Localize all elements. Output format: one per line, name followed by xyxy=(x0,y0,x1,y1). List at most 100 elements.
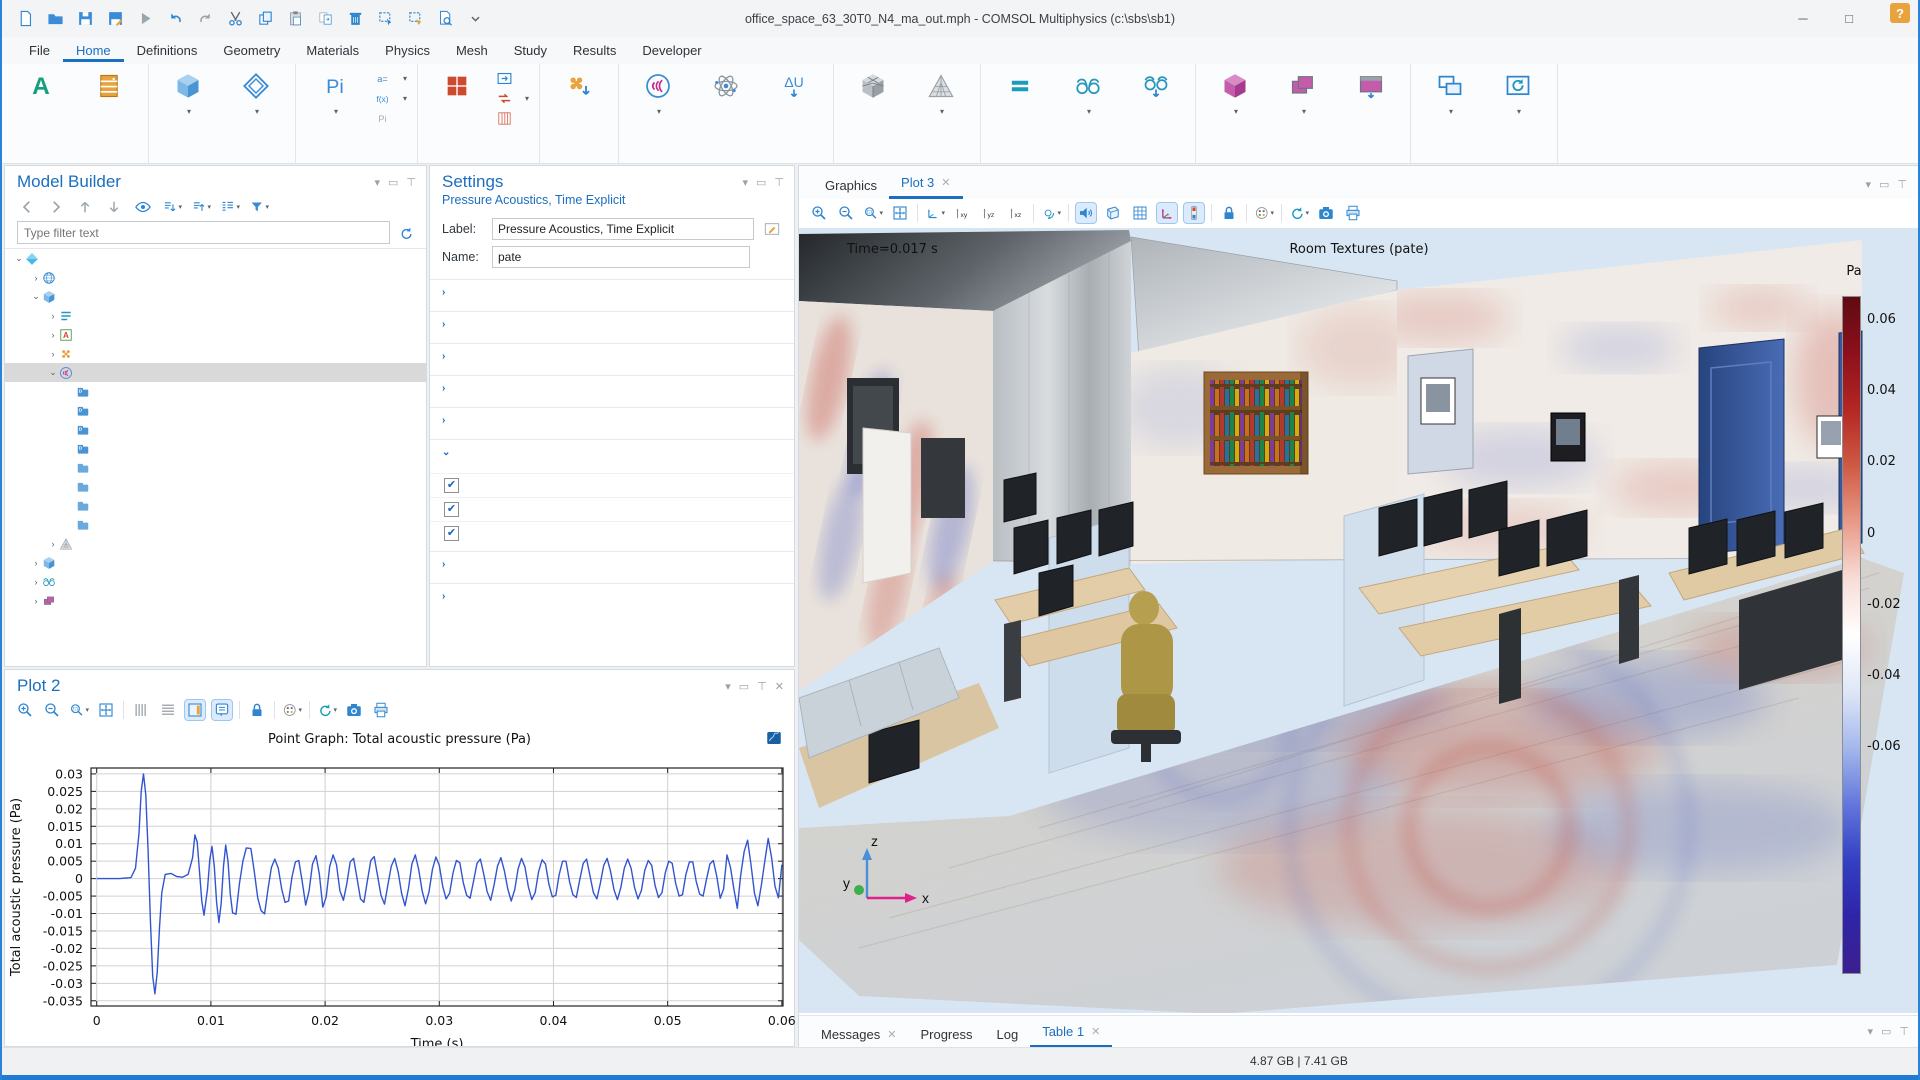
menu-tab-definitions[interactable]: Definitions xyxy=(124,39,211,62)
mb-arr-up-icon[interactable] xyxy=(75,197,95,217)
panel-controls[interactable]: ▾ ▭ ⊤ xyxy=(374,176,416,189)
panel-controls[interactable]: ▾ ▭ ⊤ xyxy=(1867,1025,1909,1038)
help-icon[interactable]: ? xyxy=(1890,3,1910,23)
plot2-camera-icon[interactable] xyxy=(344,700,364,720)
expand-arrow-icon[interactable]: › xyxy=(30,596,42,606)
duplicate-icon[interactable] xyxy=(312,6,338,32)
ribbon-item-build-all[interactable] xyxy=(424,68,490,145)
mb-collapse-icon[interactable]: ▾ xyxy=(191,197,211,217)
ribbon-item-reset-desktop[interactable]: ▾ xyxy=(1485,68,1551,145)
ribbon-item-livelink[interactable]: ▾ xyxy=(496,90,529,107)
graphics-refresh-icon[interactable]: ▾ xyxy=(1289,203,1309,223)
section-header[interactable]: › xyxy=(430,408,794,433)
ribbon-item-app-builder[interactable]: A xyxy=(8,68,74,145)
expand-arrow-icon[interactable]: › xyxy=(47,330,59,340)
tab-plot-3[interactable]: Plot 3 ✕ xyxy=(889,169,963,199)
tab-log[interactable]: Log xyxy=(985,1021,1031,1048)
tree-item-geometry-1[interactable]: › A xyxy=(5,325,426,344)
ribbon-item-build-mesh[interactable] xyxy=(840,68,906,145)
ribbon-item-import[interactable] xyxy=(496,70,529,87)
ribbon-item-atom[interactable] xyxy=(693,68,759,145)
tree-item-study-1[interactable]: › xyxy=(5,572,426,591)
section-header[interactable]: › xyxy=(430,312,794,337)
customize-icon[interactable] xyxy=(462,6,488,32)
tree-item-definitions[interactable]: › xyxy=(5,306,426,325)
ribbon-item-add-material[interactable] xyxy=(546,68,612,145)
tree-item-global-definitions[interactable]: › xyxy=(5,268,426,287)
ribbon-item-add-study[interactable] xyxy=(1123,68,1189,145)
name-field[interactable] xyxy=(492,246,750,268)
panel-controls[interactable]: ▾ ▭ ⊤ ✕ xyxy=(725,680,784,693)
plot-thumbnail-icon[interactable] xyxy=(764,728,784,748)
refresh-filter-icon[interactable] xyxy=(396,223,416,243)
collapse-arrow-icon[interactable]: ⌄ xyxy=(47,367,59,378)
plot2-y-grid-icon[interactable] xyxy=(158,700,178,720)
ribbon-item-component[interactable]: ▾ xyxy=(155,68,221,145)
section-header[interactable]: › xyxy=(430,344,794,369)
menu-tab-results[interactable]: Results xyxy=(560,39,629,62)
undo-icon[interactable] xyxy=(162,6,188,32)
section-header[interactable]: › xyxy=(430,584,794,609)
ribbon-item-windows[interactable]: ▾ xyxy=(1417,68,1483,145)
menu-tab-physics[interactable]: Physics xyxy=(372,39,443,62)
cut-icon[interactable] xyxy=(222,6,248,32)
open-icon[interactable] xyxy=(42,6,68,32)
plot2-axis-icon[interactable] xyxy=(184,699,206,721)
minimize-icon[interactable]: ─ xyxy=(1780,0,1826,37)
expand-arrow-icon[interactable]: › xyxy=(30,558,42,568)
plot2-palette-icon[interactable]: ▾ xyxy=(282,700,302,720)
tree-item-initial-values-1[interactable]: D xyxy=(5,439,426,458)
menu-tab-geometry[interactable]: Geometry xyxy=(210,39,293,62)
new-file-icon[interactable] xyxy=(12,6,38,32)
label-field[interactable] xyxy=(492,218,754,240)
plot2-legend-icon[interactable] xyxy=(211,699,233,721)
section-header[interactable]: › xyxy=(430,280,794,305)
ribbon-item-functions[interactable]: f(x) ▾ xyxy=(374,90,407,107)
ribbon-item-mesh[interactable]: ▾ xyxy=(908,68,974,145)
menu-tab-developer[interactable]: Developer xyxy=(629,39,714,62)
graphics-grid-icon[interactable] xyxy=(1130,203,1150,223)
ribbon-item-add-component[interactable]: ▾ xyxy=(223,68,289,145)
tab-progress[interactable]: Progress xyxy=(908,1021,984,1048)
tree-item-office-space-63-30t0-n4-ma-out-mph[interactable]: ⌄ xyxy=(5,249,426,268)
tree-item-impedance-2-doors[interactable] xyxy=(5,477,426,496)
graphics-rotate-icon[interactable]: ▾ xyxy=(1041,203,1061,223)
select-box-icon[interactable] xyxy=(372,6,398,32)
close-tab-icon[interactable]: ✕ xyxy=(941,176,950,189)
graphics-view-xy-icon[interactable]: xy xyxy=(952,203,972,223)
graphics-go-to-view-icon[interactable]: ▾ xyxy=(925,203,945,223)
graphics-print-icon[interactable] xyxy=(1343,203,1363,223)
maximize-icon[interactable]: □ xyxy=(1826,0,1872,37)
tree-item-component-1[interactable]: ⌄ xyxy=(5,287,426,306)
tab-graphics[interactable]: Graphics xyxy=(813,172,889,199)
expand-arrow-icon[interactable]: › xyxy=(47,539,59,549)
tree-item-impedance-1-closed-windows[interactable] xyxy=(5,458,426,477)
mb-expand-icon[interactable]: ▾ xyxy=(162,197,182,217)
ribbon-item-acoustics[interactable]: ▾ xyxy=(625,68,691,145)
plot2-refresh-icon[interactable]: ▾ xyxy=(317,700,337,720)
ribbon-item-variables[interactable]: a= ▾ xyxy=(374,70,407,87)
menu-tab-materials[interactable]: Materials xyxy=(293,39,372,62)
ribbon-item-part-lib[interactable] xyxy=(496,110,529,127)
tab-table-1[interactable]: Table 1 ✕ xyxy=(1030,1018,1113,1048)
close-tab-icon[interactable]: ✕ xyxy=(1091,1025,1100,1038)
mb-eye-icon[interactable] xyxy=(133,197,153,217)
copy-icon[interactable] xyxy=(252,6,278,32)
mb-tree-level-icon[interactable]: ▾ xyxy=(220,197,240,217)
section-header[interactable]: › xyxy=(430,376,794,401)
graphics-perspective-icon[interactable] xyxy=(1103,203,1123,223)
graphics-palette-icon[interactable]: ▾ xyxy=(1254,203,1274,223)
plot2-fit-icon[interactable] xyxy=(96,700,116,720)
tree-item-results[interactable]: › xyxy=(5,591,426,610)
graphics-axis-orientation-icon[interactable] xyxy=(1156,202,1178,224)
tree-item-pressure-acoustics-time-explicit-model-1[interactable]: D xyxy=(5,382,426,401)
tree-item-materials[interactable]: › xyxy=(5,344,426,363)
3d-viewport[interactable]: Time=0.017 s Room Textures (pate) Pa 0.0… xyxy=(799,228,1918,1013)
redo-icon[interactable] xyxy=(192,6,218,32)
section-header[interactable]: › xyxy=(430,552,794,577)
expand-arrow-icon[interactable]: › xyxy=(47,311,59,321)
mb-filter-icon[interactable]: ▾ xyxy=(249,197,269,217)
save-icon[interactable] xyxy=(72,6,98,32)
checkbox[interactable]: ✔ xyxy=(444,478,459,493)
ribbon-item-study[interactable]: ▾ xyxy=(1055,68,1121,145)
